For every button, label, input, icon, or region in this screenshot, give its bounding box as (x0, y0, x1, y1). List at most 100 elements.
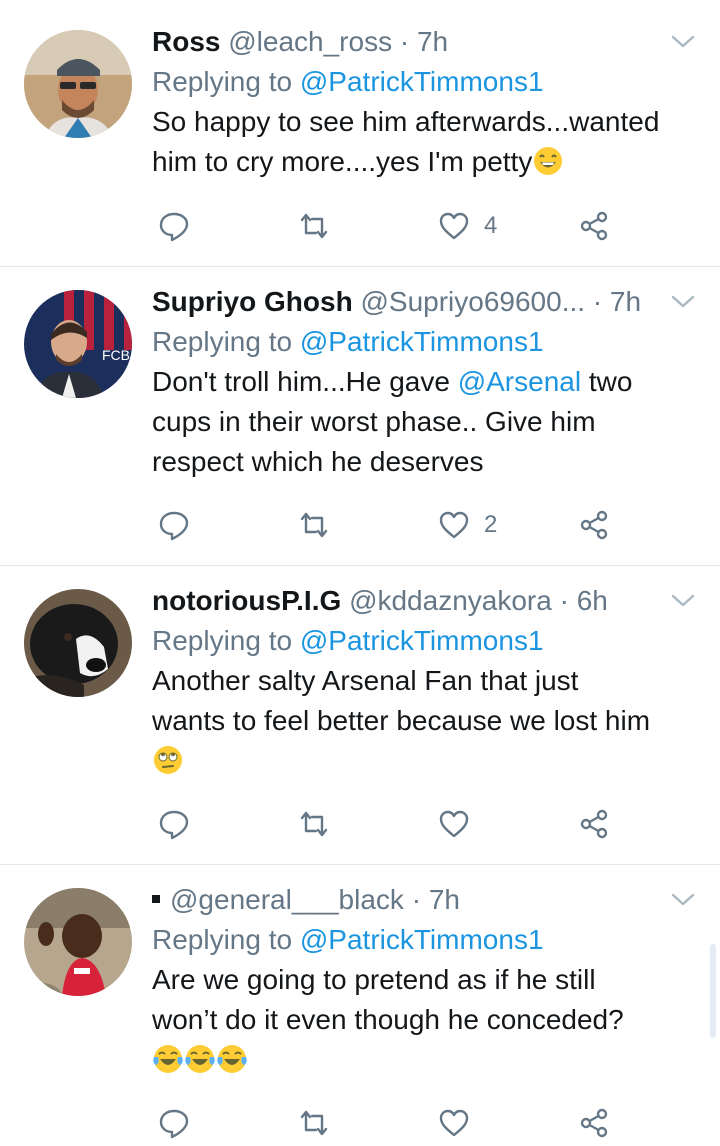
user-handle[interactable]: @leach_ross (228, 26, 392, 57)
tweet-text: Don't troll him...He gave @Arsenal two c… (152, 362, 700, 482)
tweet-text: So happy to see him afterwards...wanted … (152, 102, 700, 182)
share-button[interactable] (578, 206, 610, 246)
tweet-3[interactable]: notoriousP.I.G @kddaznyakora · 6h Replyi… (0, 566, 720, 864)
timestamp[interactable]: 6h (577, 585, 608, 616)
tweet-2[interactable]: FCB Supriyo Ghosh @Supriyo69600... · 7h … (0, 267, 720, 565)
avatar[interactable]: FCB (24, 290, 132, 398)
replying-to-label: Replying to (152, 66, 300, 97)
tweet-text-line: him to cry more....yes I'm petty (152, 142, 700, 182)
timestamp[interactable]: 7h (610, 286, 641, 317)
like-count: 4 (484, 212, 498, 239)
reply-button[interactable] (158, 505, 190, 545)
retweet-button[interactable] (298, 505, 330, 545)
share-button[interactable] (578, 804, 610, 844)
chevron-down-icon[interactable] (670, 882, 696, 918)
user-handle[interactable]: @Supriyo69600... (360, 286, 585, 317)
chevron-down-icon[interactable] (670, 284, 696, 320)
tweet-header: @general___black · 7h (152, 882, 700, 918)
replying-to-label: Replying to (152, 924, 300, 955)
share-button[interactable] (578, 505, 610, 545)
reply-icon (159, 1109, 189, 1139)
retweet-icon (300, 1110, 328, 1136)
like-button[interactable]: 4 (438, 206, 497, 246)
retweet-button[interactable] (298, 804, 330, 844)
retweet-button[interactable] (298, 206, 330, 246)
tweet-header: Supriyo Ghosh @Supriyo69600... · 7h (152, 284, 700, 320)
retweet-icon (300, 213, 328, 239)
tweet-text: Are we going to pretend as if he still w… (152, 960, 700, 1080)
heart-icon (439, 1109, 469, 1137)
tweet-text-line: cups in their worst phase.. Give him (152, 406, 596, 437)
user-handle[interactable]: @kddaznyakora (349, 585, 552, 616)
display-name-symbol (152, 895, 160, 903)
replying-to: Replying to @PatrickTimmons1 (152, 62, 700, 102)
like-button[interactable] (438, 1103, 470, 1143)
tweet-text-line: wants to feel better because we lost him (152, 705, 651, 736)
like-count: 2 (484, 511, 498, 538)
tweet-text-line: Are we going to pretend as if he still (152, 964, 596, 995)
retweet-icon (300, 512, 328, 538)
like-button[interactable] (438, 804, 470, 844)
tweet-header: notoriousP.I.G @kddaznyakora · 6h (152, 583, 700, 619)
replying-to: Replying to @PatrickTimmons1 (152, 621, 700, 661)
tears-of-joy-emoji-icon (185, 1045, 215, 1073)
like-button[interactable]: 2 (438, 505, 497, 545)
heart-icon (439, 511, 469, 539)
avatar[interactable] (24, 888, 132, 996)
reply-icon (159, 511, 189, 541)
share-icon (580, 211, 608, 241)
tears-of-joy-emoji-icon (217, 1045, 247, 1073)
replying-to-mention[interactable]: @PatrickTimmons1 (300, 924, 544, 955)
tweet-text-fragment: two (581, 366, 633, 397)
tweet-text-line: won’t do it even though he conceded? (152, 1004, 624, 1035)
avatar[interactable] (24, 30, 132, 138)
svg-text:FCB: FCB (102, 347, 130, 363)
display-name[interactable]: Ross (152, 26, 220, 57)
separator: · (392, 26, 417, 57)
replying-to-mention[interactable]: @PatrickTimmons1 (300, 66, 544, 97)
tweet-text-fragment: him to cry more....yes I'm petty (152, 146, 533, 177)
replying-to-mention[interactable]: @PatrickTimmons1 (300, 625, 544, 656)
timestamp[interactable]: 7h (429, 884, 460, 915)
timestamp[interactable]: 7h (417, 26, 448, 57)
retweet-button[interactable] (298, 1103, 330, 1143)
tweet-text-line: Don't troll him...He gave @Arsenal two (152, 362, 700, 402)
eye-roll-emoji-icon (154, 746, 182, 774)
reply-button[interactable] (158, 804, 190, 844)
chevron-down-icon[interactable] (670, 24, 696, 60)
share-button[interactable] (578, 1103, 610, 1143)
reply-button[interactable] (158, 1103, 190, 1143)
separator: · (551, 585, 577, 616)
chevron-down-icon[interactable] (670, 583, 696, 619)
reply-icon (159, 212, 189, 242)
tweet-actions (152, 804, 632, 844)
display-name[interactable]: notoriousP.I.G (152, 585, 341, 616)
tweet-actions (152, 1103, 632, 1143)
tweet-text-line: So happy to see him afterwards...wanted (152, 106, 660, 137)
replying-to-label: Replying to (152, 625, 300, 656)
heart-icon (439, 810, 469, 838)
tweet-text: Another salty Arsenal Fan that just want… (152, 661, 700, 781)
avatar[interactable] (24, 589, 132, 697)
grinning-face-emoji-icon (534, 147, 563, 175)
tweet-actions: 4 (152, 206, 632, 246)
tweet-4[interactable]: @general___black · 7h Replying to @Patri… (0, 865, 720, 1146)
share-icon (580, 510, 608, 540)
replying-to-mention[interactable]: @PatrickTimmons1 (300, 326, 544, 357)
tweet-1[interactable]: Ross @leach_ross · 7h Replying to @Patri… (0, 0, 720, 266)
tweet-text-fragment: Don't troll him...He gave (152, 366, 458, 397)
retweet-icon (300, 811, 328, 837)
share-icon (580, 809, 608, 839)
display-name[interactable]: Supriyo Ghosh (152, 286, 353, 317)
replying-to: Replying to @PatrickTimmons1 (152, 322, 700, 362)
mention-link[interactable]: @Arsenal (458, 366, 581, 397)
separator: · (585, 286, 610, 317)
separator: · (403, 884, 429, 915)
tears-of-joy-emoji-icon (153, 1045, 183, 1073)
reply-button[interactable] (158, 206, 190, 246)
scrollbar-thumb[interactable] (710, 944, 716, 1038)
tweet-text-line: Another salty Arsenal Fan that just (152, 665, 579, 696)
user-handle[interactable]: @general___black (170, 884, 404, 915)
tweet-text-line: respect which he deserves (152, 446, 484, 477)
share-icon (580, 1108, 608, 1138)
